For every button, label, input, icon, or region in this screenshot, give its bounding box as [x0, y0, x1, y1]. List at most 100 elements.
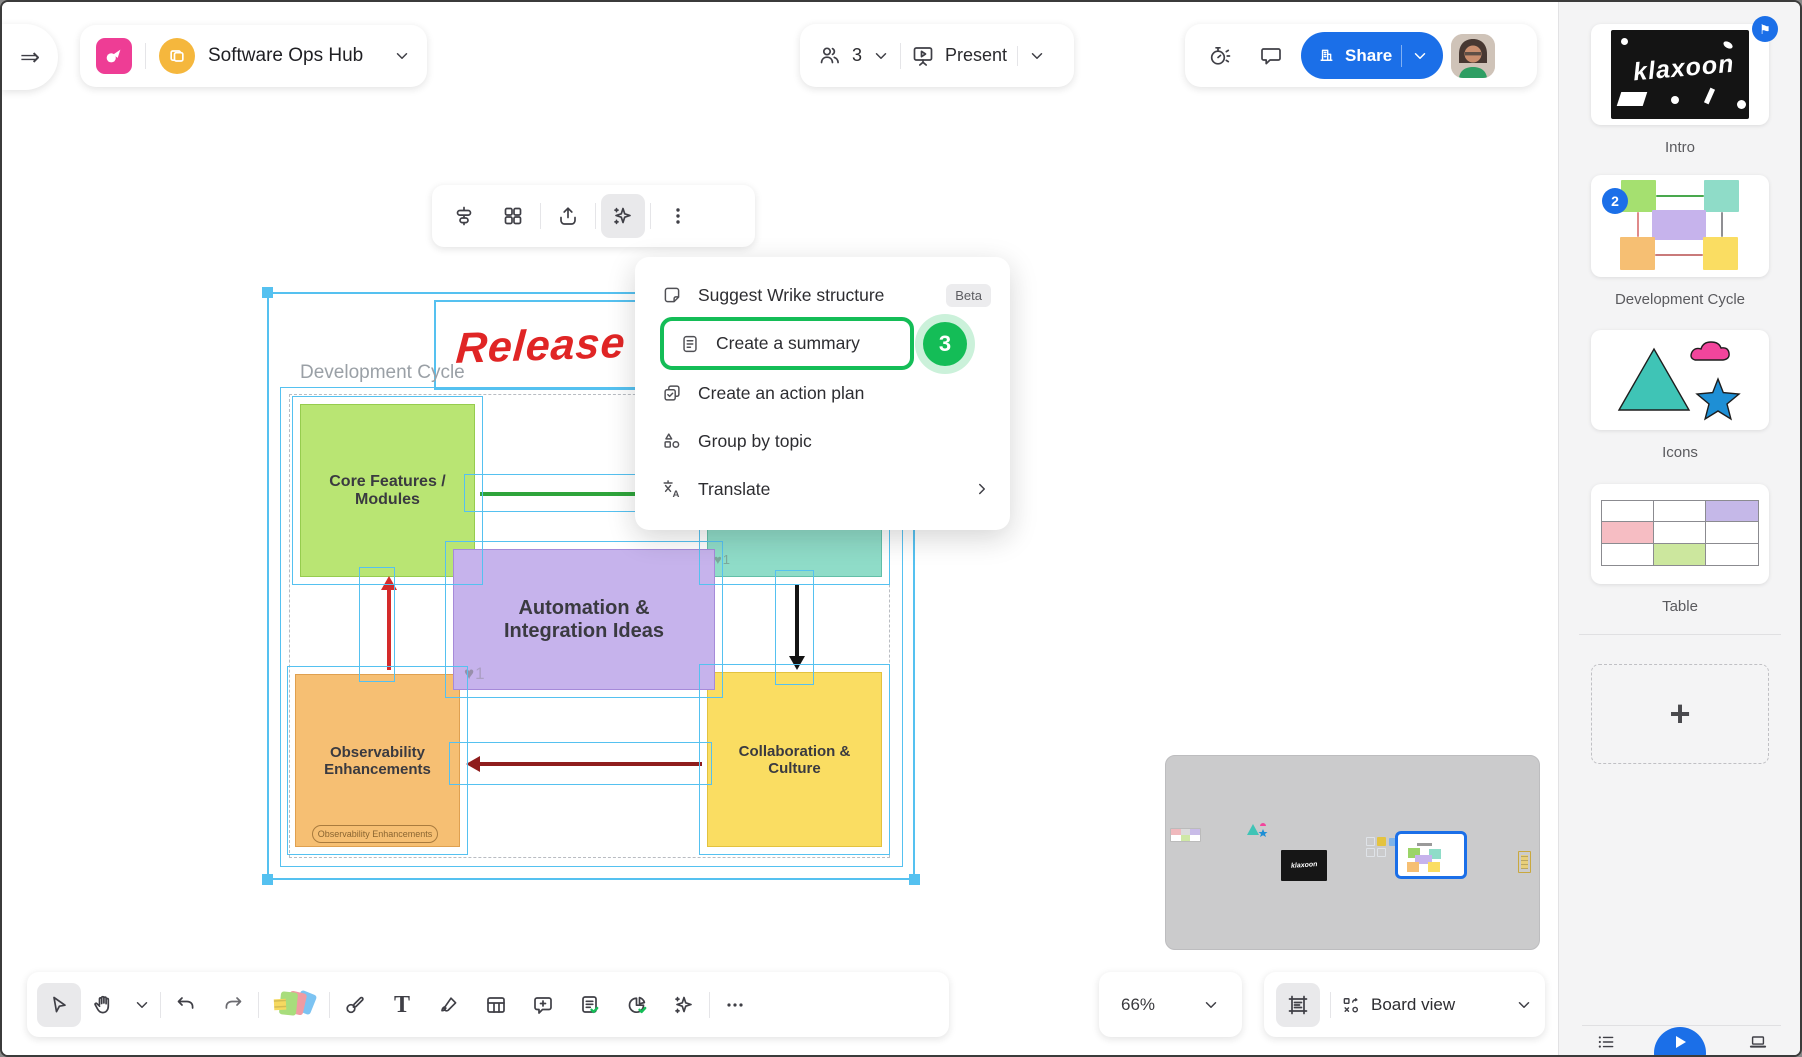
note-automation[interactable]: Automation & Integration Ideas [453, 549, 715, 690]
share-chevron-icon [1411, 47, 1429, 65]
screen-mode-button[interactable] [1741, 1027, 1775, 1057]
note-core-features[interactable]: Core Features / Modules [300, 404, 475, 577]
connector-black-down-line[interactable] [795, 584, 799, 658]
zoom-chevron-icon[interactable] [1202, 996, 1220, 1014]
chart-tool-button[interactable] [615, 983, 659, 1027]
participants-icon [818, 44, 842, 68]
align-structure-button[interactable] [442, 194, 486, 238]
menu-item-label: Suggest Wrike structure [698, 285, 884, 306]
like-count-teal[interactable]: ♥1 [714, 552, 730, 567]
minimap[interactable]: klaxoon [1165, 755, 1540, 950]
frame-thumb-development-cycle[interactable]: 2 [1591, 175, 1769, 277]
connector-darkred-left-line[interactable] [478, 762, 702, 766]
sticky-note-tool-button[interactable] [262, 983, 326, 1027]
minimap-square [1366, 848, 1375, 857]
note-observability-tag[interactable]: Observability Enhancements [312, 825, 438, 843]
ai-assistant-button[interactable] [601, 194, 645, 238]
selection-handle-bl[interactable] [262, 874, 273, 885]
menu-item-label: Create an action plan [698, 383, 864, 404]
like-count-purple[interactable]: ♥1 [464, 664, 485, 684]
more-options-button[interactable] [656, 194, 700, 238]
draw-tool-button[interactable] [427, 983, 471, 1027]
zoom-level[interactable]: 66% [1121, 995, 1155, 1015]
beta-badge: Beta [946, 284, 991, 307]
view-divider [1330, 992, 1331, 1018]
plus-icon: + [1669, 696, 1690, 732]
share-label: Share [1345, 46, 1392, 66]
user-avatar[interactable] [1451, 34, 1495, 78]
menu-item-translate[interactable]: A Translate [661, 471, 991, 507]
frame-label[interactable]: Development Cycle [300, 362, 465, 384]
tool-chevron-button[interactable] [127, 983, 157, 1027]
ai-tool-button[interactable] [662, 983, 706, 1027]
menu-item-action-plan[interactable]: Create an action plan [661, 375, 991, 411]
share-button[interactable]: Share [1301, 32, 1443, 79]
workspace-icon[interactable] [159, 38, 195, 74]
frame-thumb-icons[interactable] [1591, 330, 1769, 430]
header-divider [1017, 46, 1018, 66]
toolbar-divider [595, 203, 596, 229]
connector-black-down-head [789, 656, 805, 670]
frame-thumb-intro[interactable]: klaxoon ⚑ [1591, 24, 1769, 125]
text-tool-button[interactable]: T [380, 983, 424, 1027]
minimap-square [1377, 848, 1386, 857]
timer-icon [1207, 44, 1231, 68]
menu-item-create-summary[interactable]: Create a summary [660, 317, 914, 370]
intro-brand-text: klaxoon [1632, 50, 1736, 88]
minimap-square-yellow [1377, 837, 1386, 846]
frame-label-intro: Intro [1559, 139, 1801, 156]
add-frame-button[interactable]: + [1591, 664, 1769, 764]
minimap-document [1518, 851, 1531, 873]
participants-count[interactable]: 3 [852, 45, 862, 66]
menu-item-label: Translate [698, 479, 770, 500]
board-menu-chevron-icon[interactable] [393, 47, 411, 65]
minimap-icons [1246, 820, 1268, 838]
undo-button[interactable] [164, 983, 208, 1027]
toolbar-divider [329, 992, 330, 1018]
connector-red-up-line[interactable] [387, 589, 391, 670]
ai-context-menu: Suggest Wrike structure Beta Create a su… [635, 257, 1010, 530]
select-tool-button[interactable] [37, 983, 81, 1027]
main-toolbar: T [27, 972, 949, 1037]
table-tool-button[interactable] [474, 983, 518, 1027]
frame-number-badge: 2 [1602, 188, 1628, 214]
frame-label-development-cycle: Development Cycle [1559, 291, 1801, 308]
view-chevron-icon[interactable] [1515, 996, 1533, 1014]
connector-red-up-head [381, 576, 397, 590]
frame-view-button[interactable] [1276, 983, 1320, 1027]
note-collaboration[interactable]: Collaboration & Culture [707, 672, 882, 847]
frames-list-button[interactable] [1589, 1027, 1623, 1057]
toolbar-divider [258, 992, 259, 1018]
toolbar-divider [709, 992, 710, 1018]
participants-chevron-icon[interactable] [872, 47, 890, 65]
shapes-tool-button[interactable] [333, 983, 377, 1027]
play-session-button[interactable] [1654, 1027, 1706, 1057]
redo-button[interactable] [211, 983, 255, 1027]
frame-thumb-table[interactable] [1591, 484, 1769, 584]
menu-item-suggest-wrike[interactable]: Suggest Wrike structure Beta [661, 277, 991, 313]
frame-label-table: Table [1559, 598, 1801, 615]
note-observability[interactable]: Observability Enhancements [295, 674, 460, 847]
present-chevron-icon[interactable] [1028, 47, 1046, 65]
header-divider [145, 43, 146, 69]
view-label[interactable]: Board view [1371, 995, 1455, 1015]
minimap-viewport[interactable] [1395, 831, 1467, 879]
survey-tool-button[interactable] [568, 983, 612, 1027]
chat-button[interactable] [1249, 34, 1293, 78]
step-annotation-badge: 3 [923, 322, 967, 366]
minimap-table [1170, 828, 1201, 842]
pan-tool-button[interactable] [84, 983, 124, 1027]
submenu-chevron-icon [973, 480, 991, 498]
toolbar-more-button[interactable] [713, 983, 757, 1027]
layout-grid-button[interactable] [491, 194, 535, 238]
selection-handle-tl[interactable] [262, 287, 273, 298]
export-button[interactable] [546, 194, 590, 238]
present-label[interactable]: Present [945, 45, 1007, 66]
timer-button[interactable] [1197, 34, 1241, 78]
klaxoon-logo[interactable] [96, 38, 132, 74]
expand-sidebar-icon: ⇒ [20, 43, 40, 72]
comment-tool-button[interactable] [521, 983, 565, 1027]
menu-item-group-by-topic[interactable]: Group by topic [661, 423, 991, 459]
toolbar-divider [160, 992, 161, 1018]
selection-handle-br[interactable] [909, 874, 920, 885]
